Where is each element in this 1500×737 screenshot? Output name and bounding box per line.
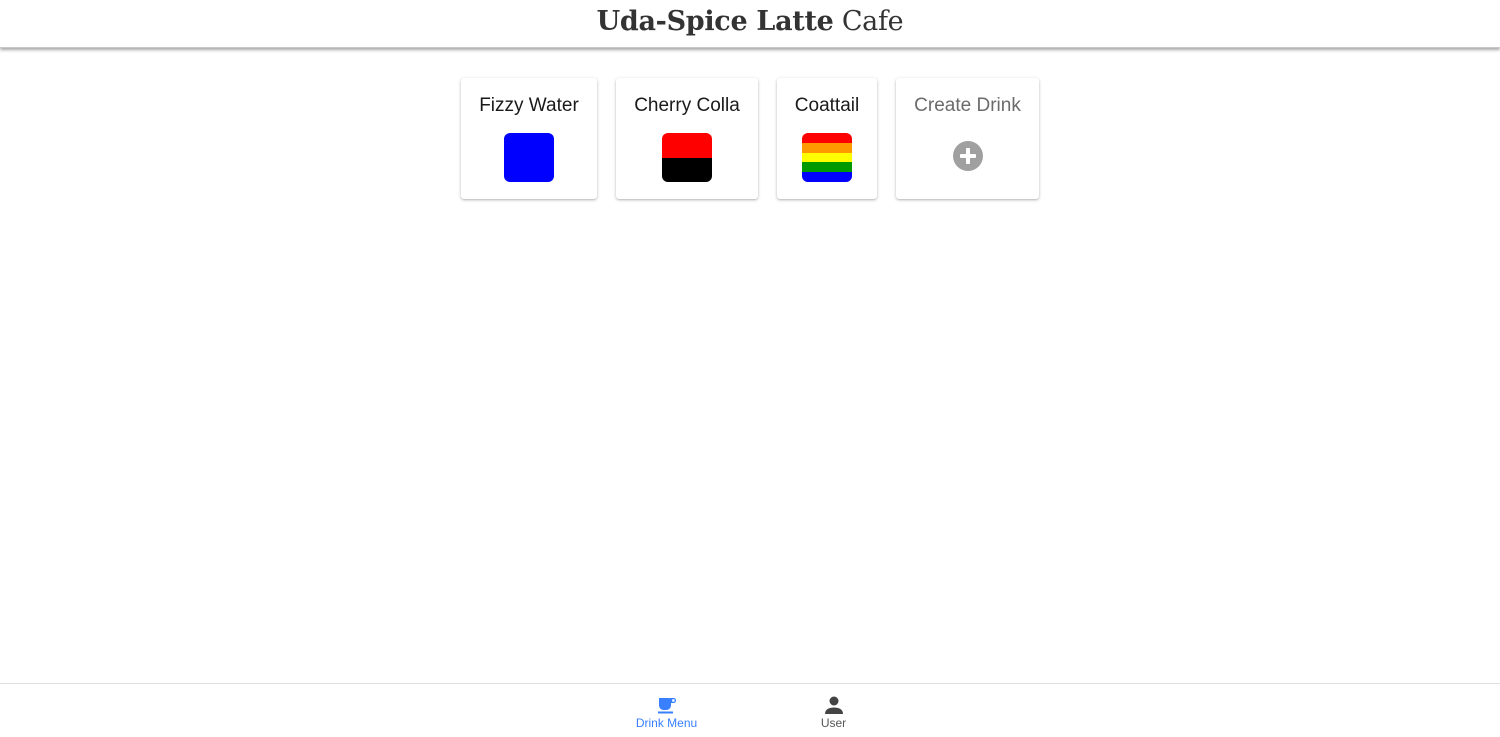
- drink-list: Fizzy Water Cherry Colla Coattail Create…: [0, 78, 1500, 199]
- swatch-band: [662, 133, 712, 158]
- swatch-band: [802, 152, 852, 163]
- swatch-band: [802, 133, 852, 143]
- title-bold: Uda-Spice Latte: [596, 6, 834, 37]
- drink-name: Coattail: [794, 95, 860, 116]
- swatch-band: [802, 142, 852, 153]
- tab-drink-menu[interactable]: Drink Menu: [583, 684, 750, 737]
- swatch-band: [662, 157, 712, 182]
- drink-name: Fizzy Water: [479, 95, 579, 116]
- drink-color-swatch: [662, 133, 712, 182]
- title-light: Cafe: [841, 6, 904, 37]
- drink-name: Cherry Colla: [634, 95, 740, 116]
- drink-card-coattail[interactable]: Coattail: [777, 78, 877, 199]
- bottom-tab-bar: Drink Menu User: [0, 683, 1500, 737]
- add-circle-icon[interactable]: [952, 141, 983, 171]
- page-title: Uda-Spice Latte Cafe: [597, 6, 904, 37]
- create-drink-label: Create Drink: [914, 95, 1021, 116]
- drink-color-swatch: [504, 133, 554, 182]
- drink-card-fizzy-water[interactable]: Fizzy Water: [461, 78, 597, 199]
- tab-user[interactable]: User: [750, 684, 917, 737]
- drink-color-swatch: [802, 133, 852, 182]
- swatch-band: [504, 133, 554, 182]
- tab-label: Drink Menu: [635, 716, 698, 730]
- person-icon: [824, 696, 843, 714]
- create-drink-card[interactable]: Create Drink: [896, 78, 1039, 199]
- app-header: Uda-Spice Latte Cafe: [0, 0, 1500, 48]
- cafe-icon: [657, 698, 676, 714]
- swatch-band: [802, 172, 852, 182]
- swatch-band: [802, 162, 852, 173]
- drink-card-cherry-colla[interactable]: Cherry Colla: [616, 78, 758, 199]
- tab-label: User: [820, 716, 847, 730]
